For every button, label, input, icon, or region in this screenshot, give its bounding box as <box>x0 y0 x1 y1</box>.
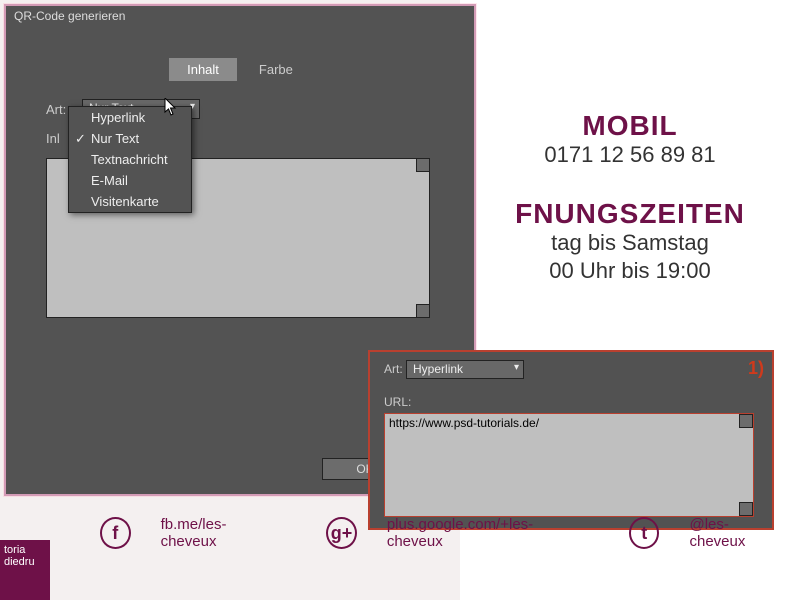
art-select-2[interactable]: Hyperlink <box>406 360 524 379</box>
open-line2: 00 Uhr bis 19:00 <box>460 258 800 284</box>
hyperlink-panel: 1) Art: Hyperlink URL: https://www.psd-t… <box>368 350 774 530</box>
url-input[interactable]: https://www.psd-tutorials.de/ <box>384 413 754 517</box>
scroll-down-icon[interactable] <box>416 304 430 318</box>
art-label-2: Art: <box>384 362 403 376</box>
tab-farbe[interactable]: Farbe <box>241 58 311 81</box>
step-badge: 1) <box>748 358 764 379</box>
cursor-icon <box>164 98 178 116</box>
twitter-icon[interactable]: t <box>629 517 660 549</box>
url-value: https://www.psd-tutorials.de/ <box>389 416 539 430</box>
scroll-down-icon[interactable] <box>739 502 753 516</box>
mobil-heading: MOBIL <box>460 110 800 142</box>
mobil-value: 0171 12 56 89 81 <box>460 142 800 168</box>
corner-watermark: toriadiedru <box>0 540 50 600</box>
facebook-icon[interactable]: f <box>100 517 131 549</box>
googleplus-icon[interactable]: g+ <box>326 517 357 549</box>
option-email[interactable]: E-Mail <box>69 170 191 191</box>
dialog-title: QR-Code generieren <box>6 6 474 28</box>
option-textnachricht[interactable]: Textnachricht <box>69 149 191 170</box>
open-heading: FNUNGSZEITEN <box>460 198 800 230</box>
googleplus-label: plus.google.com/+les-cheveux <box>387 516 579 550</box>
url-label: URL: <box>384 395 758 409</box>
scroll-up-icon[interactable] <box>739 414 753 428</box>
tab-inhalt[interactable]: Inhalt <box>169 58 237 81</box>
scroll-up-icon[interactable] <box>416 158 430 172</box>
twitter-label: @les-cheveux <box>689 516 780 550</box>
option-nurtext[interactable]: Nur Text <box>69 128 191 149</box>
option-visitenkarte[interactable]: Visitenkarte <box>69 191 191 212</box>
social-row: f fb.me/les-cheveux g+ plus.google.com/+… <box>100 516 800 550</box>
open-line1: tag bis Samstag <box>460 230 800 256</box>
facebook-label: fb.me/les-cheveux <box>161 516 277 550</box>
art-dropdown: Hyperlink Nur Text Textnachricht E-Mail … <box>68 106 192 213</box>
